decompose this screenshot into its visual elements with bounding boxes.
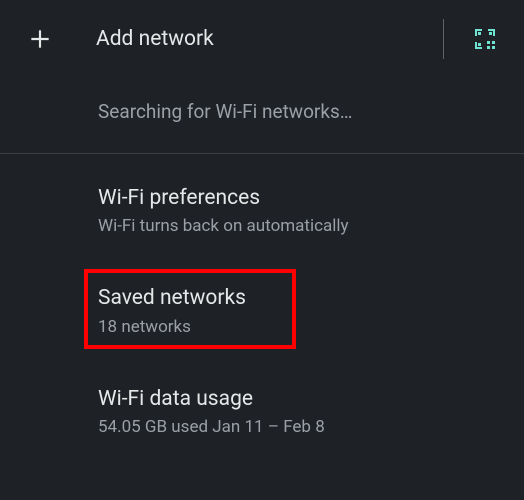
saved-networks-item[interactable]: Saved networks 18 networks xyxy=(0,266,524,354)
item-subtitle: 54.05 GB used Jan 11 – Feb 8 xyxy=(98,417,524,437)
wifi-preferences-item[interactable]: Wi-Fi preferences Wi-Fi turns back on au… xyxy=(0,166,524,254)
searching-status: Searching for Wi-Fi networks… xyxy=(0,78,524,153)
add-network-row[interactable]: Add network xyxy=(0,0,524,78)
plus-icon xyxy=(26,25,54,53)
item-subtitle: Wi-Fi turns back on automatically xyxy=(98,216,524,236)
vertical-separator xyxy=(443,19,444,59)
qr-scan-icon[interactable] xyxy=(472,26,498,52)
divider xyxy=(0,153,524,154)
item-title: Wi-Fi data usage xyxy=(98,385,524,413)
item-title: Saved networks xyxy=(98,284,524,312)
wifi-data-usage-item[interactable]: Wi-Fi data usage 54.05 GB used Jan 11 – … xyxy=(0,367,524,455)
add-network-label: Add network xyxy=(96,27,443,51)
item-subtitle: 18 networks xyxy=(98,317,524,337)
item-title: Wi-Fi preferences xyxy=(98,184,524,212)
